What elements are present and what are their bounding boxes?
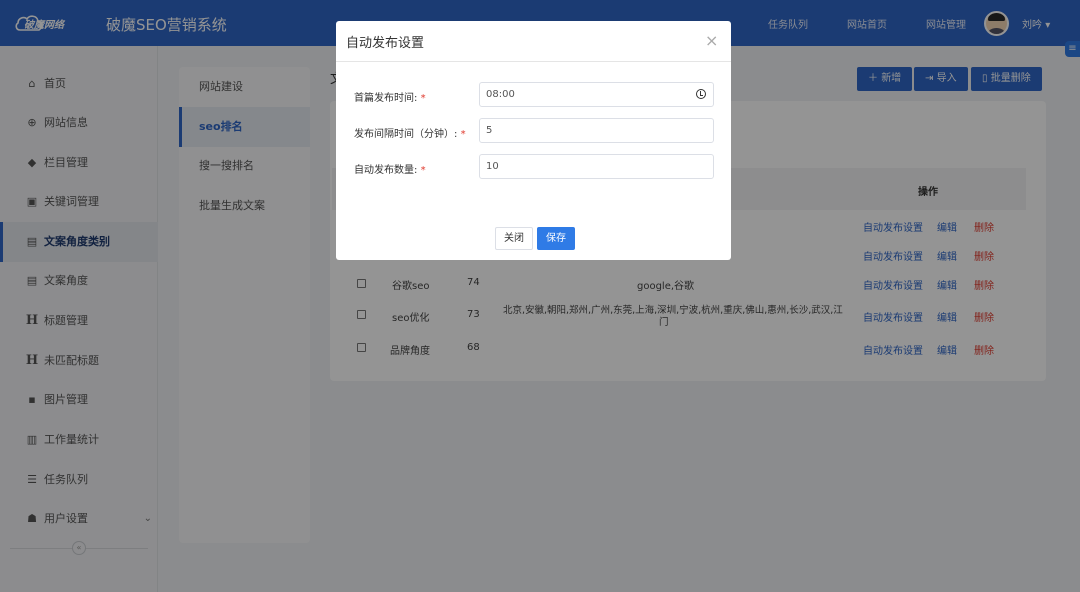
auto-publish-count-input[interactable]: 10: [479, 154, 714, 179]
required-mark: *: [420, 165, 426, 176]
publish-interval-input[interactable]: 5: [479, 118, 714, 143]
input-value: 08:00: [486, 89, 515, 100]
close-button[interactable]: 关闭: [495, 227, 533, 250]
first-publish-time-input[interactable]: 08:00: [479, 82, 714, 107]
modal-title: 自动发布设置: [346, 36, 425, 51]
field-label-text: 首篇发布时间:: [354, 93, 418, 104]
required-mark: *: [460, 129, 466, 140]
publish-interval-label: 发布间隔时间（分钟）: *: [354, 125, 466, 140]
first-publish-time-label: 首篇发布时间: *: [354, 89, 426, 104]
input-value: 10: [486, 161, 499, 172]
auto-publish-count-label: 自动发布数量: *: [354, 161, 426, 176]
auto-publish-modal: 自动发布设置 × 首篇发布时间: * 08:00 发布间隔时间（分钟）: * 5…: [336, 21, 731, 260]
input-value: 5: [486, 125, 493, 136]
close-icon[interactable]: ×: [705, 33, 718, 49]
clock-icon[interactable]: [696, 89, 706, 99]
modal-divider: [336, 61, 731, 62]
field-label-text: 自动发布数量:: [354, 165, 418, 176]
required-mark: *: [420, 93, 426, 104]
save-button[interactable]: 保存: [537, 227, 575, 250]
field-label-text: 发布间隔时间（分钟）:: [354, 129, 458, 140]
